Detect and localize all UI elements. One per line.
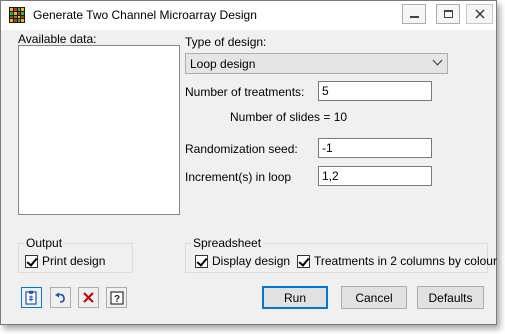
checkmark-icon <box>26 254 38 267</box>
output-group-title: Output <box>24 236 65 250</box>
chevron-down-icon <box>432 55 443 66</box>
slides-count-text: Number of slides = 10 <box>230 110 348 124</box>
seed-input[interactable]: -1 <box>318 138 432 158</box>
design-type-label: Type of design: <box>185 35 267 49</box>
seed-label: Randomization seed: <box>185 142 298 156</box>
print-design-checkbox[interactable]: Print design <box>25 254 105 268</box>
increments-value: 1,2 <box>322 169 339 183</box>
app-icon <box>9 7 25 23</box>
available-data-label: Available data: <box>18 32 97 46</box>
help-button[interactable]: ? <box>106 287 127 308</box>
treatments-columns-checkbox-box[interactable] <box>297 254 310 268</box>
svg-text:?: ? <box>113 294 119 305</box>
defaults-button[interactable]: Defaults <box>417 286 484 309</box>
cancel-button[interactable]: Cancel <box>341 286 407 309</box>
seed-value: -1 <box>322 141 333 155</box>
checkmark-icon <box>298 254 310 267</box>
cancel-label: Cancel <box>355 290 393 305</box>
paste-button[interactable] <box>21 287 42 308</box>
design-type-select[interactable]: Loop design <box>185 53 448 74</box>
clear-button[interactable] <box>78 287 99 308</box>
design-type-value: Loop design <box>190 57 256 71</box>
increments-label: Increment(s) in loop <box>185 170 292 184</box>
maximize-button[interactable] <box>436 4 460 24</box>
run-button[interactable]: Run <box>262 286 328 309</box>
treatments-input[interactable]: 5 <box>318 81 432 101</box>
display-design-checkbox-box[interactable] <box>195 254 208 268</box>
help-icon: ? <box>109 290 124 305</box>
dialog-window: Generate Two Channel Microarray Design A… <box>0 0 497 325</box>
undo-icon <box>55 292 65 303</box>
clear-icon <box>83 292 94 303</box>
checkmark-icon <box>196 254 208 267</box>
spreadsheet-group-title: Spreadsheet <box>191 236 264 250</box>
available-data-list[interactable] <box>18 45 180 215</box>
run-label: Run <box>283 290 306 305</box>
maximize-icon <box>443 10 453 18</box>
treatments-columns-label: Treatments in 2 columns by colour <box>314 254 497 268</box>
print-design-label: Print design <box>42 254 106 268</box>
close-icon <box>475 9 484 19</box>
treatments-columns-checkbox[interactable]: Treatments in 2 columns by colour <box>297 254 497 268</box>
window-title: Generate Two Channel Microarray Design <box>33 8 257 22</box>
display-design-label: Display design <box>212 254 291 268</box>
treatments-label: Number of treatments: <box>185 85 305 99</box>
title-bar: Generate Two Channel Microarray Design <box>1 1 496 30</box>
defaults-label: Defaults <box>428 290 473 305</box>
minimize-icon <box>409 16 419 18</box>
treatments-value: 5 <box>322 84 329 98</box>
paste-icon <box>25 290 37 305</box>
close-button[interactable] <box>466 4 493 24</box>
display-design-checkbox[interactable]: Display design <box>195 254 290 268</box>
minimize-button[interactable] <box>402 4 426 24</box>
print-design-checkbox-box[interactable] <box>25 254 38 268</box>
increments-input[interactable]: 1,2 <box>318 166 432 186</box>
undo-button[interactable] <box>50 287 71 308</box>
